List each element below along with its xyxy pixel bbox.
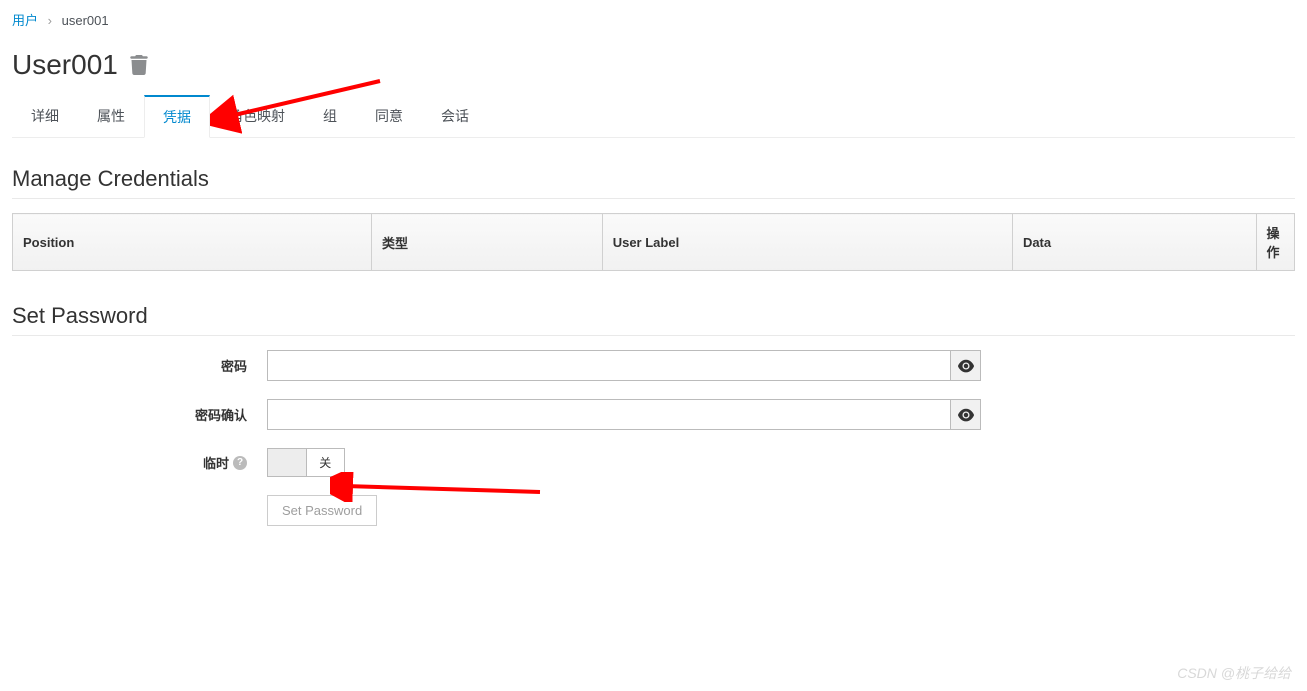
password-input[interactable] (267, 350, 951, 381)
breadcrumb-root-link[interactable]: 用户 (12, 13, 38, 28)
tab-attributes[interactable]: 属性 (78, 95, 144, 138)
password-row: 密码 (12, 350, 1295, 381)
table-header-row: Position 类型 User Label Data 操作 (13, 214, 1295, 271)
trash-icon[interactable] (130, 55, 148, 75)
set-password-button[interactable]: Set Password (267, 495, 377, 526)
eye-icon (958, 358, 974, 374)
tab-groups[interactable]: 组 (304, 95, 356, 138)
col-type: 类型 (371, 214, 602, 271)
set-password-heading: Set Password (12, 303, 1295, 336)
tab-sessions[interactable]: 会话 (422, 95, 488, 138)
toggle-off-label: 关 (307, 449, 345, 476)
col-actions: 操作 (1256, 214, 1294, 271)
confirm-input[interactable] (267, 399, 951, 430)
eye-icon (958, 407, 974, 423)
breadcrumb-separator: › (48, 13, 52, 28)
confirm-label: 密码确认 (12, 405, 267, 424)
col-data: Data (1012, 214, 1256, 271)
credentials-table: Position 类型 User Label Data 操作 (12, 213, 1295, 271)
password-label: 密码 (12, 356, 267, 375)
confirm-row: 密码确认 (12, 399, 1295, 430)
help-icon[interactable]: ? (233, 456, 247, 470)
submit-row: Set Password (12, 495, 1295, 526)
temporary-toggle[interactable]: 关 (267, 448, 345, 477)
confirm-visibility-toggle[interactable] (951, 399, 981, 430)
tabs: 详细 属性 凭据 角色映射 组 同意 会话 (12, 95, 1295, 138)
temporary-label: 临时 ? (12, 453, 267, 472)
tab-consents[interactable]: 同意 (356, 95, 422, 138)
toggle-empty (268, 449, 307, 476)
page-title: User001 (12, 49, 1295, 81)
breadcrumb: 用户 › user001 (12, 10, 1295, 29)
col-position: Position (13, 214, 372, 271)
tab-role-mappings[interactable]: 角色映射 (210, 95, 304, 138)
breadcrumb-current: user001 (62, 13, 109, 28)
temporary-row: 临时 ? 关 (12, 448, 1295, 477)
tab-credentials[interactable]: 凭据 (144, 95, 210, 138)
page-title-text: User001 (12, 49, 118, 81)
password-visibility-toggle[interactable] (951, 350, 981, 381)
manage-credentials-heading: Manage Credentials (12, 166, 1295, 199)
tab-details[interactable]: 详细 (12, 95, 78, 138)
col-user-label: User Label (602, 214, 1012, 271)
watermark: CSDN @桃子给给 (1177, 663, 1291, 683)
